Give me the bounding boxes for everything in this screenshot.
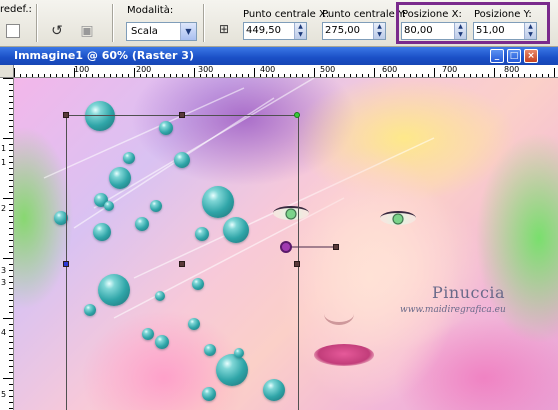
center-point-icon[interactable]: ⊞ (213, 18, 235, 40)
ruler-label: 800 (504, 65, 520, 74)
close-icon[interactable]: × (524, 49, 538, 63)
apply-icon[interactable]: ▣ (76, 20, 98, 42)
toolbar-separator (203, 4, 205, 42)
toolbar-separator (112, 4, 114, 42)
position-highlight-box (396, 2, 550, 44)
ruler-label: 2 (1, 204, 7, 213)
center-y-stepper[interactable]: ▲ ▼ (373, 23, 385, 39)
ruler-label: 200 (136, 65, 152, 74)
preset-label: redef.: (0, 4, 32, 15)
ruler-label: 300 (198, 65, 214, 74)
center-x-value: 449,50 (246, 25, 281, 36)
horizontal-ruler-ticks (14, 68, 555, 77)
tool-options-toolbar: redef.: ↺ ▣ Modalità: Scala ▼ ⊞ Punto ce… (0, 0, 558, 47)
ruler-label: 1 (1, 144, 7, 153)
center-x-label: Punto centrale X: (243, 9, 330, 20)
vertical-ruler-ticks (3, 78, 13, 409)
center-y-field[interactable]: 275,00 ▲ ▼ (322, 22, 386, 40)
pivot-arm-handle[interactable] (333, 244, 339, 250)
pivot-point-icon[interactable] (280, 241, 292, 253)
maximize-icon[interactable]: □ (507, 49, 521, 63)
document-title-bar[interactable]: Immagine1 @ 60% (Raster 3) _ □ × (0, 47, 558, 65)
watermark-name: Pinuccia (432, 283, 506, 302)
ruler-label: 500 (320, 65, 336, 74)
image-canvas[interactable]: Pinuccia www.maidiregrafica.eu (14, 78, 558, 410)
ruler-corner (0, 65, 14, 78)
toolbar-separator (36, 4, 38, 42)
ruler-label: 600 (382, 65, 398, 74)
ruler-label: 5 (1, 390, 7, 399)
mode-select[interactable]: Scala ▼ (126, 22, 197, 41)
reset-icon[interactable]: ↺ (46, 20, 68, 42)
preset-picker[interactable] (6, 24, 20, 38)
ruler-label: 3 (1, 266, 7, 275)
ruler-label: 400 (260, 65, 276, 74)
chevron-down-icon[interactable]: ▼ (180, 23, 196, 40)
ruler-label: 1 (1, 158, 7, 167)
mode-label: Modalità: (127, 5, 174, 16)
vertical-ruler: 1 1 2 3 3 4 5 (0, 78, 14, 410)
center-x-stepper[interactable]: ▲ ▼ (294, 23, 306, 39)
ruler-label: 4 (1, 328, 7, 337)
ruler-label: 100 (74, 65, 90, 74)
center-x-field[interactable]: 449,50 ▲ ▼ (243, 22, 307, 40)
center-y-value: 275,00 (325, 25, 360, 36)
mode-select-value: Scala (131, 26, 158, 37)
center-y-label: Punto centrale Y: (322, 9, 407, 20)
ruler-label: 3 (1, 278, 7, 287)
minimize-icon[interactable]: _ (490, 49, 504, 63)
watermark-url: www.maidiregrafica.eu (400, 305, 506, 315)
ruler-label: 700 (442, 65, 458, 74)
horizontal-ruler: 100 200 300 400 500 600 700 800 (14, 65, 558, 78)
document-title: Immagine1 @ 60% (Raster 3) (14, 49, 194, 62)
